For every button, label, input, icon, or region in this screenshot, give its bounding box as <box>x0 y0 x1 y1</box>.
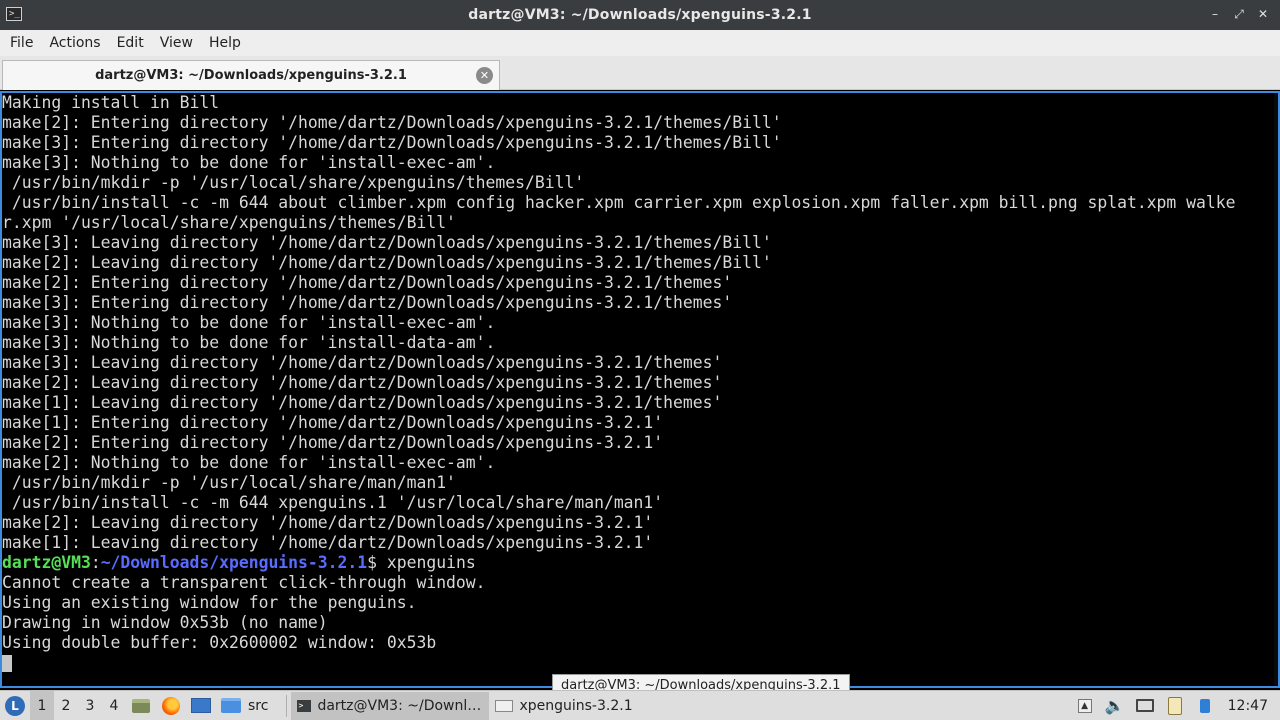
terminal-app-icon: >_ <box>6 7 22 21</box>
terminal-line: Using an existing window for the penguin… <box>2 593 417 612</box>
terminal-line: make[2]: Leaving directory '/home/dartz/… <box>2 253 772 272</box>
show-desktop-icon <box>191 698 211 713</box>
terminal-line: make[1]: Leaving directory '/home/dartz/… <box>2 393 723 412</box>
tab-label: dartz@VM3: ~/Downloads/xpenguins-3.2.1 <box>95 68 407 83</box>
task-xpenguins[interactable]: xpenguins-3.2.1 <box>489 692 689 720</box>
terminal-line: make[3]: Nothing to be done for 'install… <box>2 153 496 172</box>
terminal-line: make[3]: Entering directory '/home/dartz… <box>2 133 782 152</box>
clipboard-button[interactable] <box>1160 691 1190 720</box>
terminal-line: make[2]: Entering directory '/home/dartz… <box>2 273 733 292</box>
updates-button[interactable] <box>1190 691 1220 720</box>
terminal-line: Using double buffer: 0x2600002 window: 0… <box>2 633 437 652</box>
tab-terminal[interactable]: dartz@VM3: ~/Downloads/xpenguins-3.2.1 ✕ <box>2 60 500 90</box>
folder-icon <box>221 698 241 713</box>
terminal-scrollbar[interactable] <box>1274 93 1278 686</box>
terminal-line: r.xpm '/usr/local/share/xpenguins/themes… <box>2 213 456 232</box>
clipboard-icon <box>1167 696 1182 715</box>
start-menu-button[interactable]: L <box>0 691 30 720</box>
terminal-line: make[1]: Leaving directory '/home/dartz/… <box>2 533 654 552</box>
task-terminal-label: dartz@VM3: ~/Downl… <box>317 697 482 714</box>
menu-file[interactable]: File <box>2 35 41 51</box>
clock[interactable]: 12:47 <box>1220 698 1280 714</box>
window-icon <box>495 699 514 712</box>
close-button[interactable]: ✕ <box>1256 6 1270 22</box>
lubuntu-logo-icon: L <box>5 695 25 716</box>
menu-actions[interactable]: Actions <box>41 35 108 51</box>
terminal-line: make[3]: Nothing to be done for 'install… <box>2 333 496 352</box>
desktop-1-button[interactable]: 1 <box>30 690 54 720</box>
terminal-line: /usr/bin/install -c -m 644 about climber… <box>2 193 1236 212</box>
window-titlebar[interactable]: >_ dartz@VM3: ~/Downloads/xpenguins-3.2.… <box>0 0 1280 30</box>
src-folder-label: src <box>248 697 269 714</box>
window-title: dartz@VM3: ~/Downloads/xpenguins-3.2.1 <box>468 7 812 23</box>
prompt-separator: : <box>90 553 101 572</box>
terminal-line: make[3]: Nothing to be done for 'install… <box>2 313 496 332</box>
terminal-cursor-line <box>2 653 1278 673</box>
display-icon <box>1135 699 1154 712</box>
terminal-view[interactable]: Making install in Bill make[2]: Entering … <box>0 91 1280 688</box>
task-xpenguins-label: xpenguins-3.2.1 <box>519 697 633 714</box>
terminal-output: Making install in Bill make[2]: Entering … <box>2 93 1278 673</box>
desktop-4-button[interactable]: 4 <box>102 691 126 720</box>
terminal-prompt-line: dartz@VM3:~/Downloads/xpenguins-3.2.1$ x… <box>2 553 1278 573</box>
terminal-line: make[1]: Entering directory '/home/dartz… <box>2 413 664 432</box>
task-terminal[interactable]: > dartz@VM3: ~/Downl… <box>291 691 490 720</box>
firefox-icon <box>162 696 180 715</box>
tab-bar: dartz@VM3: ~/Downloads/xpenguins-3.2.1 ✕ <box>0 56 1280 90</box>
display-button[interactable] <box>1130 691 1160 720</box>
terminal-icon: > <box>297 699 312 712</box>
terminal-line: /usr/bin/install -c -m 644 xpenguins.1 '… <box>2 493 664 512</box>
desktop-2-button[interactable]: 2 <box>54 691 78 720</box>
update-notifier-icon <box>1199 698 1210 713</box>
taskbar: L 1 2 3 4 src > dartz@VM3: ~/Downl… xpen… <box>0 690 1280 720</box>
terminal-line: Drawing in window 0x53b (no name) <box>2 613 328 632</box>
terminal-line: make[3]: Leaving directory '/home/dartz/… <box>2 233 772 252</box>
prompt-path: ~/Downloads/xpenguins-3.2.1 <box>100 553 368 572</box>
terminal-line: make[2]: Entering directory '/home/dartz… <box>2 433 664 452</box>
tray-expand-icon: ▲ <box>1077 698 1092 713</box>
tab-close-icon[interactable]: ✕ <box>476 67 493 84</box>
maximize-button[interactable]: ⤢ <box>1232 6 1246 22</box>
files-icon <box>132 698 150 713</box>
taskbar-separator <box>286 694 288 717</box>
volume-button[interactable]: 🔈 <box>1100 691 1130 720</box>
terminal-line: make[2]: Entering directory '/home/dartz… <box>2 113 782 132</box>
prompt-symbol: $ <box>367 553 387 572</box>
menu-bar: File Actions Edit View Help <box>0 30 1280 56</box>
prompt-command: xpenguins <box>386 553 476 572</box>
terminal-line: Cannot create a transparent click-throug… <box>2 573 486 592</box>
terminal-line: make[2]: Leaving directory '/home/dartz/… <box>2 373 723 392</box>
terminal-line: make[2]: Nothing to be done for 'install… <box>2 453 496 472</box>
terminal-line: /usr/bin/mkdir -p '/usr/local/share/man/… <box>2 473 456 492</box>
terminal-line: Making install in Bill <box>2 93 220 112</box>
volume-icon: 🔈 <box>1104 696 1125 715</box>
prompt-user-host: dartz@VM3 <box>2 553 91 572</box>
tray-expand-button[interactable]: ▲ <box>1070 691 1100 720</box>
terminal-cursor <box>2 655 12 672</box>
menu-view[interactable]: View <box>152 35 201 51</box>
show-desktop-launcher[interactable] <box>186 691 216 720</box>
terminal-line: make[3]: Leaving directory '/home/dartz/… <box>2 353 723 372</box>
menu-edit[interactable]: Edit <box>109 35 152 51</box>
menu-help[interactable]: Help <box>201 35 249 51</box>
system-tray: ▲ 🔈 12:47 <box>1070 691 1280 720</box>
files-launcher[interactable] <box>126 691 156 720</box>
terminal-line: make[2]: Leaving directory '/home/dartz/… <box>2 513 654 532</box>
terminal-line: /usr/bin/mkdir -p '/usr/local/share/xpen… <box>2 173 585 192</box>
src-folder-launcher[interactable] <box>216 691 246 720</box>
desktop-3-button[interactable]: 3 <box>78 691 102 720</box>
terminal-line: make[3]: Entering directory '/home/dartz… <box>2 293 733 312</box>
firefox-launcher[interactable] <box>156 691 186 720</box>
window-controls: – ⤢ ✕ <box>1208 6 1270 22</box>
minimize-button[interactable]: – <box>1208 6 1222 22</box>
